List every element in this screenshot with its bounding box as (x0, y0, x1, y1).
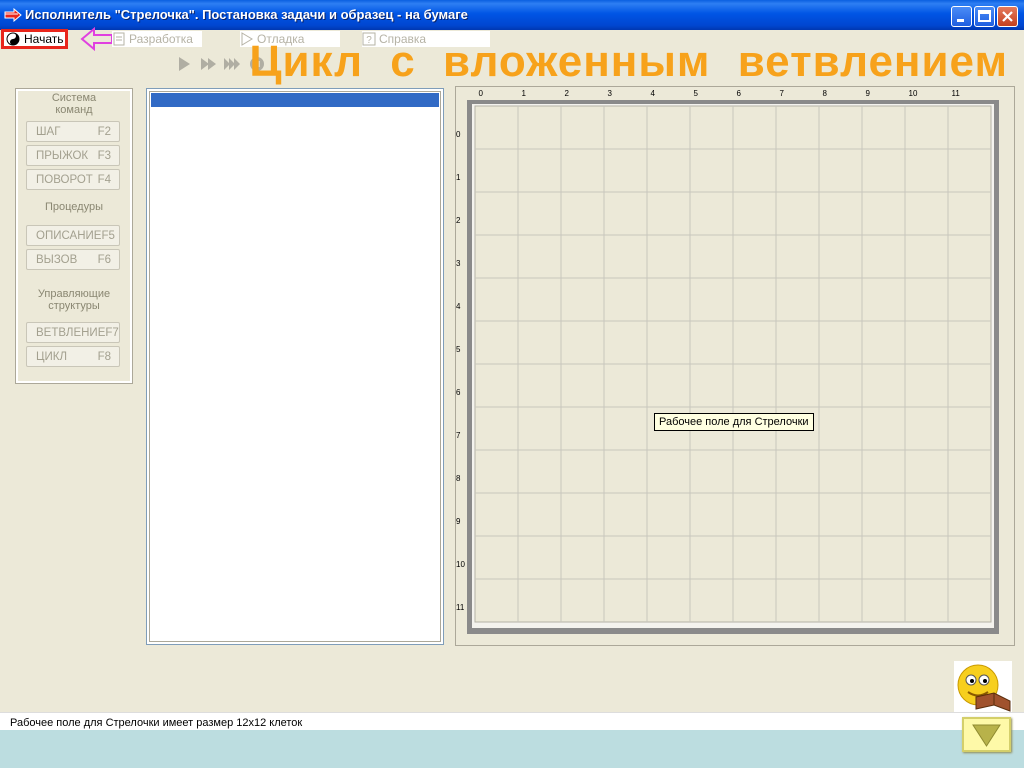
loop-button[interactable]: ЦИКЛ F8 (26, 346, 120, 367)
column-label: 9 (866, 89, 871, 98)
triangle-down-icon (972, 724, 1001, 747)
column-label: 6 (737, 89, 742, 98)
fast-forward-icon[interactable] (224, 56, 242, 72)
row-label: 4 (456, 302, 461, 311)
row-label: 9 (456, 517, 461, 526)
column-label: 8 (823, 89, 828, 98)
column-label: 10 (909, 89, 918, 98)
row-label: 1 (456, 173, 461, 182)
title-bar: Исполнитель "Стрелочка". Постановка зада… (0, 0, 1024, 30)
close-icon (1002, 11, 1013, 22)
procedures-title: Процедуры (44, 201, 103, 213)
minimize-button[interactable] (951, 6, 972, 27)
window-title: Исполнитель "Стрелочка". Постановка зада… (25, 7, 468, 22)
menu-development[interactable]: Разработка (112, 31, 202, 47)
column-label: 3 (608, 89, 613, 98)
close-button[interactable] (997, 6, 1018, 27)
control-structures-title: Управляющие структуры (37, 288, 111, 312)
reading-smiley-icon (954, 661, 1012, 713)
column-label: 2 (565, 89, 570, 98)
lesson-heading: Цикл с вложенным ветвлением (249, 37, 1008, 86)
status-text: Рабочее поле для Стрелочки имеет размер … (10, 717, 303, 729)
row-label: 6 (456, 388, 461, 397)
command-system-panel: Система команд ШАГ F2 ПРЫЖОК F3 ПОВОРОТ F4 … (15, 88, 133, 384)
column-label: 5 (694, 89, 699, 98)
row-label: 5 (456, 345, 461, 354)
row-label: 10 (456, 560, 465, 569)
command-system-title: Система команд (51, 92, 97, 116)
work-field[interactable]: 0 1 2 3 4 5 6 7 8 9 10 11 0 1 2 3 4 5 6 7 8 9 10 11 (455, 86, 1015, 646)
maximize-icon (978, 10, 991, 22)
minimize-icon (957, 19, 964, 22)
status-bar: Рабочее поле для Стрелочки имеет размер … (0, 712, 1024, 731)
menu-start[interactable]: Начать (1, 29, 68, 49)
branch-button[interactable]: ВЕТВЛЕНИЕ F7 (26, 322, 120, 343)
column-label: 7 (780, 89, 785, 98)
column-label: 0 (479, 89, 484, 98)
menu-development-label: Разработка (129, 32, 193, 46)
column-label: 1 (522, 89, 527, 98)
program-listbox[interactable] (146, 88, 444, 645)
document-icon (113, 32, 125, 46)
bottom-band (0, 730, 1024, 768)
work-field-tooltip: Рабочее поле для Стрелочки (654, 413, 814, 431)
selected-program-line[interactable] (151, 93, 439, 107)
yin-yang-icon (6, 32, 20, 46)
step-button[interactable]: ШАГ F2 (26, 121, 120, 142)
pointer-arrow-icon (80, 27, 113, 51)
row-label: 8 (456, 474, 461, 483)
row-label: 2 (456, 216, 461, 225)
run-icon[interactable] (176, 56, 194, 72)
row-label: 11 (456, 603, 465, 612)
step-icon[interactable] (200, 56, 218, 72)
column-label: 4 (651, 89, 656, 98)
menu-start-label: Начать (24, 32, 64, 46)
description-button[interactable]: ОПИСАНИЕ F5 (26, 225, 120, 246)
jump-button[interactable]: ПРЫЖОК F3 (26, 145, 120, 166)
row-label: 3 (456, 259, 461, 268)
maximize-button[interactable] (974, 6, 995, 27)
turn-button[interactable]: ПОВОРОТ F4 (26, 169, 120, 190)
next-slide-button[interactable] (962, 717, 1011, 752)
arrow-app-icon (4, 8, 22, 22)
call-button[interactable]: ВЫЗОВ F6 (26, 249, 120, 270)
row-label: 0 (456, 130, 461, 139)
column-label: 11 (952, 89, 961, 98)
row-label: 7 (456, 431, 461, 440)
